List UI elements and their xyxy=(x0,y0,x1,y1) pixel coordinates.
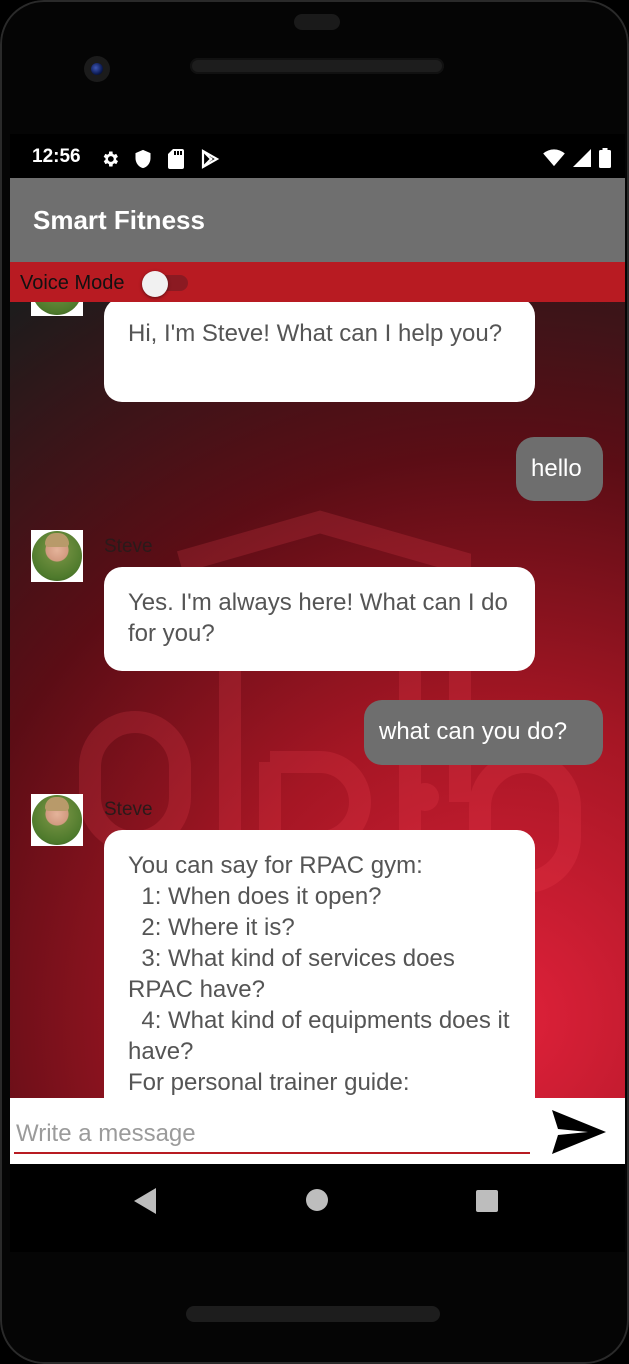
bot-message-bubble: Yes. I'm always here! What can I do for … xyxy=(104,567,535,671)
user-message-bubble: hello xyxy=(516,437,603,501)
composer-bar xyxy=(10,1098,625,1164)
message-text: what can you do? xyxy=(379,718,568,745)
avatar xyxy=(32,795,82,845)
battery-icon xyxy=(599,148,611,168)
bot-message-bubble: You can say for RPAC gym: 1: When does i… xyxy=(104,830,535,1098)
message-text: hello xyxy=(531,455,582,482)
navigation-bar xyxy=(10,1164,625,1252)
recents-icon[interactable] xyxy=(476,1190,498,1212)
bottom-speaker xyxy=(186,1306,440,1322)
back-icon[interactable] xyxy=(134,1188,156,1214)
send-icon[interactable] xyxy=(550,1108,608,1156)
voice-mode-label: Voice Mode xyxy=(20,272,125,294)
voice-mode-bar: Voice Mode xyxy=(10,262,625,302)
shield-icon xyxy=(135,149,151,169)
status-bar: 12:56 xyxy=(10,134,625,178)
app-bar: Smart Fitness xyxy=(10,178,625,262)
avatar xyxy=(32,531,82,581)
earpiece-speaker xyxy=(190,58,444,74)
top-slot xyxy=(294,14,340,30)
bot-message-bubble: Hi, I'm Steve! What can I help you? xyxy=(104,302,535,402)
voice-mode-toggle[interactable] xyxy=(142,269,188,297)
avatar-frame xyxy=(31,302,83,316)
front-camera xyxy=(84,56,110,82)
screen: 12:56 Smart Fitness Voice Mode Hi, I'm S… xyxy=(10,134,625,1252)
wifi-icon xyxy=(543,149,565,167)
avatar-frame xyxy=(31,530,83,582)
message-input[interactable] xyxy=(14,1116,530,1154)
sd-card-icon xyxy=(168,149,184,169)
home-icon[interactable] xyxy=(306,1189,328,1211)
avatar xyxy=(32,302,82,315)
settings-icon xyxy=(103,151,118,167)
toggle-thumb xyxy=(142,271,168,297)
message-text: Hi, I'm Steve! What can I help you? xyxy=(128,320,503,347)
phone-frame: 12:56 Smart Fitness Voice Mode Hi, I'm S… xyxy=(0,0,629,1364)
sender-name: Steve xyxy=(104,799,153,820)
status-time: 12:56 xyxy=(32,146,81,167)
app-title: Smart Fitness xyxy=(33,205,205,235)
message-text: Yes. I'm always here! What can I do for … xyxy=(128,589,508,647)
sender-name: Steve xyxy=(104,536,153,557)
user-message-bubble: what can you do? xyxy=(364,700,603,765)
signal-icon xyxy=(573,149,591,167)
play-store-icon xyxy=(201,149,220,169)
message-text: You can say for RPAC gym: 1: When does i… xyxy=(128,852,510,1096)
chat-list[interactable]: Hi, I'm Steve! What can I help you? hell… xyxy=(10,302,625,1098)
avatar-frame xyxy=(31,794,83,846)
